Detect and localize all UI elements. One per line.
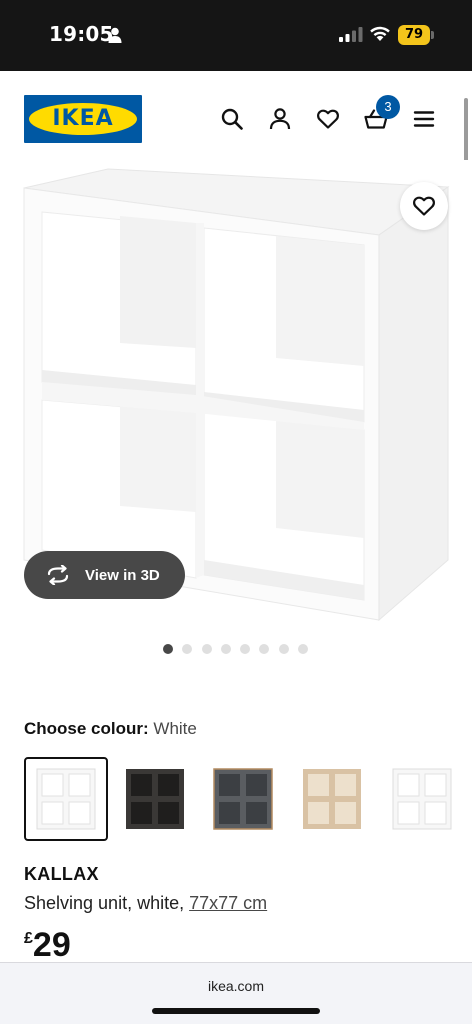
product-name: KALLAX xyxy=(24,864,99,884)
product-price: £29 xyxy=(24,926,71,965)
price-value: 29 xyxy=(32,926,71,964)
view-in-3d-button[interactable]: View in 3D xyxy=(24,551,185,599)
heart-outline-icon xyxy=(413,196,435,216)
colour-heading: Choose colour: White xyxy=(24,719,197,739)
colour-swatch-dark-grey[interactable] xyxy=(201,757,285,841)
carousel-dot[interactable] xyxy=(259,644,270,654)
image-carousel-dots xyxy=(163,644,317,654)
colour-swatch-white-alt[interactable] xyxy=(380,757,464,841)
carousel-dot[interactable] xyxy=(240,644,251,654)
browser-url-bar[interactable]: ikea.com xyxy=(0,962,472,1024)
home-indicator[interactable] xyxy=(152,1008,320,1014)
shelf-thumbnail xyxy=(126,769,184,829)
signal-icon xyxy=(339,27,363,42)
colour-label: Choose colour: xyxy=(24,719,149,738)
person-icon xyxy=(108,27,122,43)
colour-swatch-white[interactable] xyxy=(24,757,108,841)
battery-cap xyxy=(431,31,434,39)
colour-swatch-oak-effect[interactable] xyxy=(290,757,374,841)
status-time: 19:05 xyxy=(49,22,114,46)
shelf-thumbnail xyxy=(213,768,273,830)
logo-text: IKEA xyxy=(52,106,114,131)
battery-level: 79 xyxy=(398,25,430,45)
view-in-3d-label: View in 3D xyxy=(85,566,160,584)
colour-selected-value: White xyxy=(153,719,197,738)
wifi-icon xyxy=(370,26,390,41)
carousel-dot[interactable] xyxy=(278,644,289,654)
price-currency: £ xyxy=(24,930,33,947)
carousel-dot[interactable] xyxy=(163,644,173,654)
carousel-dot[interactable] xyxy=(298,644,309,654)
account-icon[interactable] xyxy=(268,107,292,131)
shelf-thumbnail xyxy=(36,768,96,830)
product-description-text: Shelving unit, white, xyxy=(24,893,185,913)
cart-count-badge: 3 xyxy=(376,95,400,119)
search-icon[interactable] xyxy=(220,107,244,131)
status-bar: 19:05 79 xyxy=(0,0,472,71)
save-to-favourites-button[interactable] xyxy=(400,182,448,230)
url-text[interactable]: ikea.com xyxy=(0,978,472,994)
product-dimensions-link[interactable]: 77x77 cm xyxy=(189,893,267,913)
shelf-thumbnail xyxy=(392,768,452,830)
ikea-logo[interactable]: IKEA xyxy=(24,95,142,143)
menu-icon[interactable] xyxy=(412,107,436,131)
site-header: IKEA 3 xyxy=(0,71,472,161)
carousel-dot[interactable] xyxy=(220,644,231,654)
logo-oval: IKEA xyxy=(29,103,137,135)
heart-icon[interactable] xyxy=(316,107,340,131)
rotate-3d-icon xyxy=(47,565,69,585)
shelf-thumbnail xyxy=(303,769,361,829)
product-description: Shelving unit, white, 77x77 cm xyxy=(24,893,267,914)
colour-swatch-black-brown[interactable] xyxy=(113,757,197,841)
battery-indicator: 79 xyxy=(398,25,434,45)
carousel-dot[interactable] xyxy=(182,644,193,654)
carousel-dot[interactable] xyxy=(201,644,212,654)
